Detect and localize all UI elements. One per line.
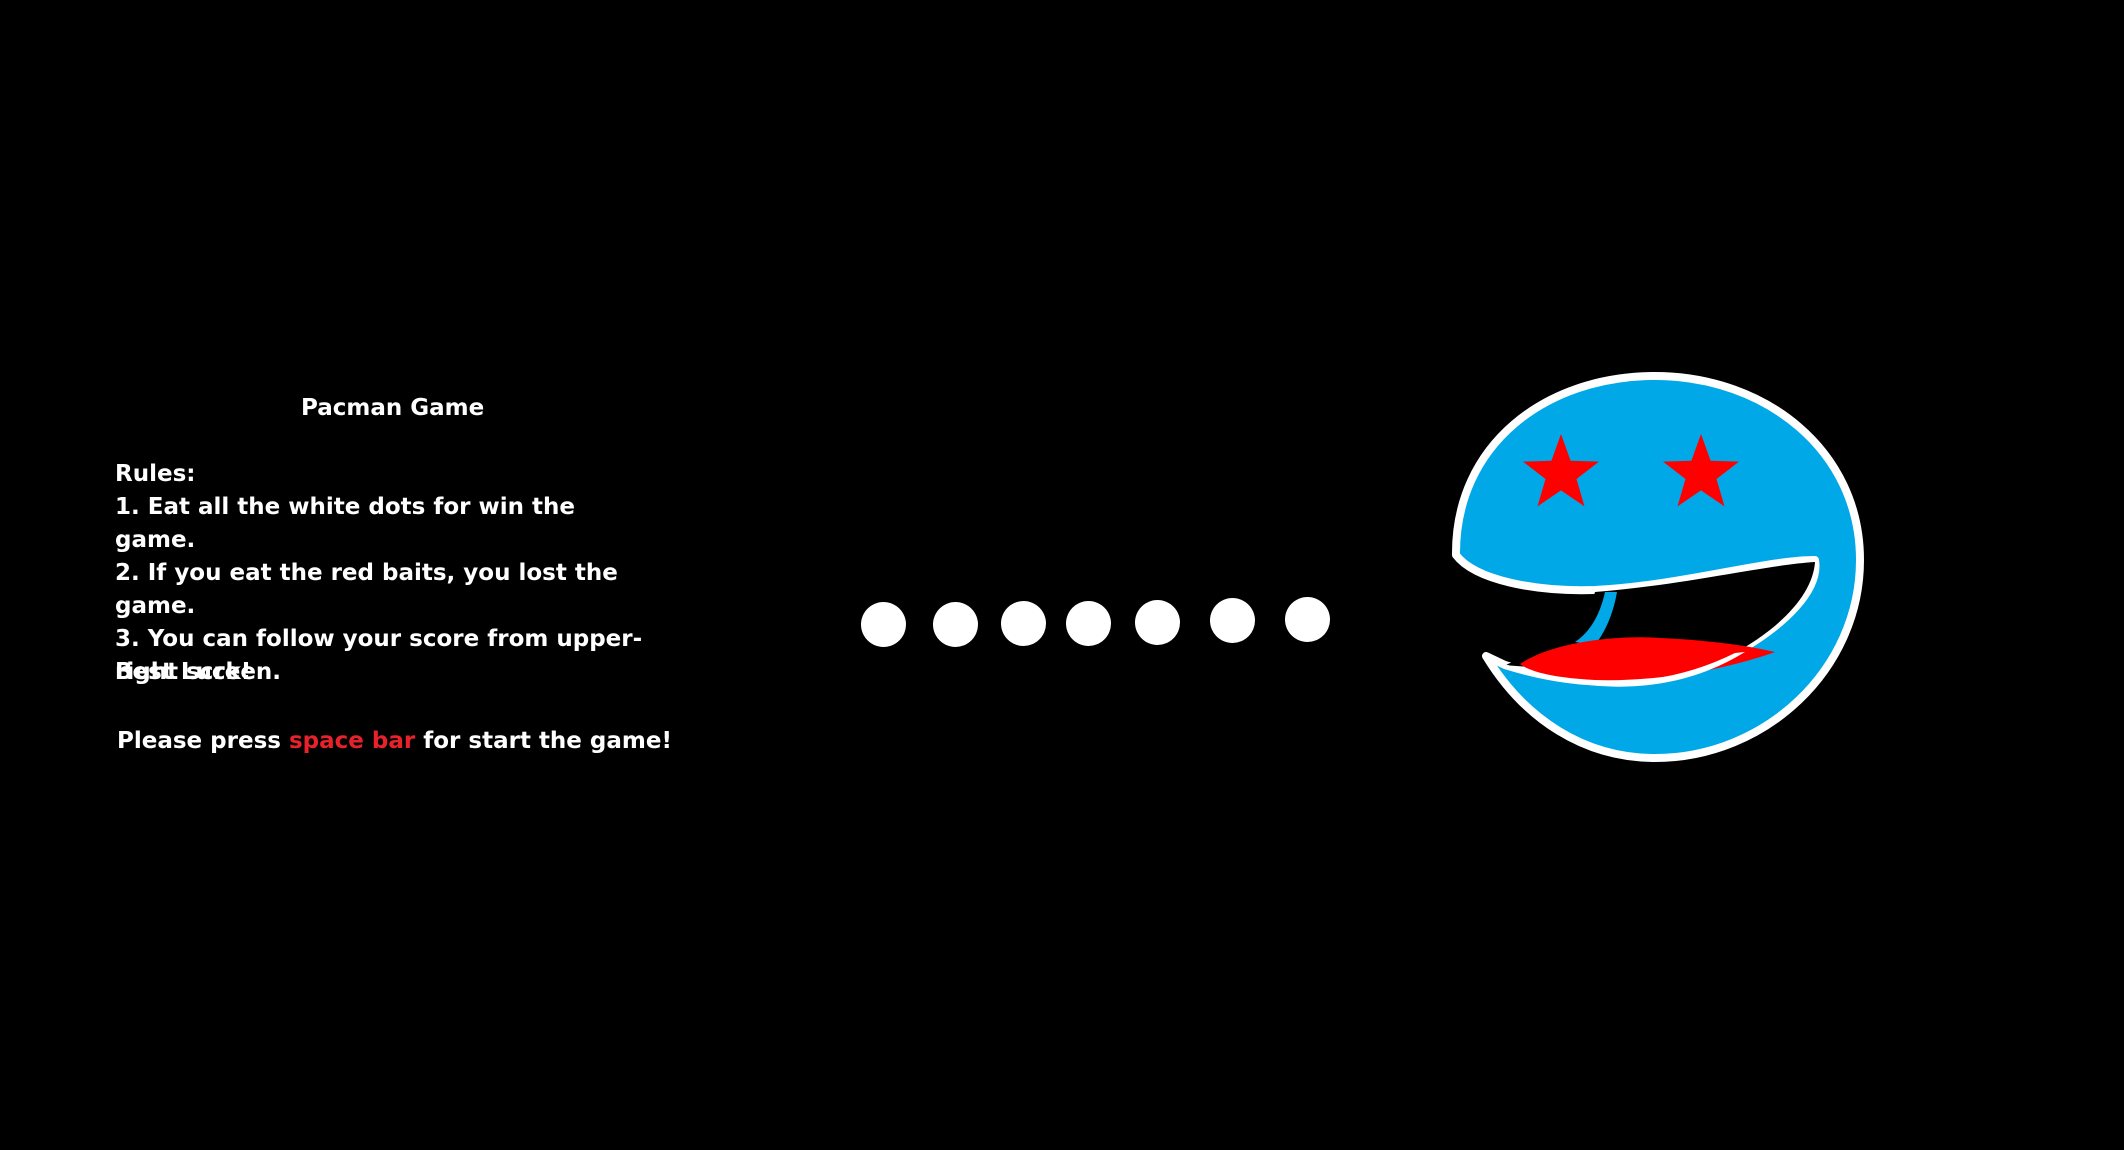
space-bar-key-label: space bar	[288, 728, 416, 754]
game-title: Pacman Game	[301, 395, 485, 421]
white-dot	[933, 602, 978, 647]
white-dot	[1135, 600, 1180, 645]
start-prompt-before: Please press	[117, 728, 281, 754]
white-dot	[1285, 597, 1330, 642]
white-dot	[1066, 601, 1111, 646]
start-prompt-after: for start the game!	[423, 728, 672, 754]
best-luck-message: Best Luck!	[115, 659, 252, 685]
pacman-character-icon	[1451, 372, 1864, 762]
start-prompt: Please press space bar for start the gam…	[117, 725, 672, 758]
rule-item: 2. If you eat the red baits, you lost th…	[115, 560, 618, 619]
rules-heading: Rules:	[115, 461, 196, 487]
rule-item: 1. Eat all the white dots for win the ga…	[115, 494, 575, 553]
white-dot	[1001, 601, 1046, 646]
white-dot	[861, 602, 906, 647]
game-start-screen: Pacman Game Rules: 1. Eat all the white …	[0, 0, 2124, 1150]
white-dot	[1210, 598, 1255, 643]
